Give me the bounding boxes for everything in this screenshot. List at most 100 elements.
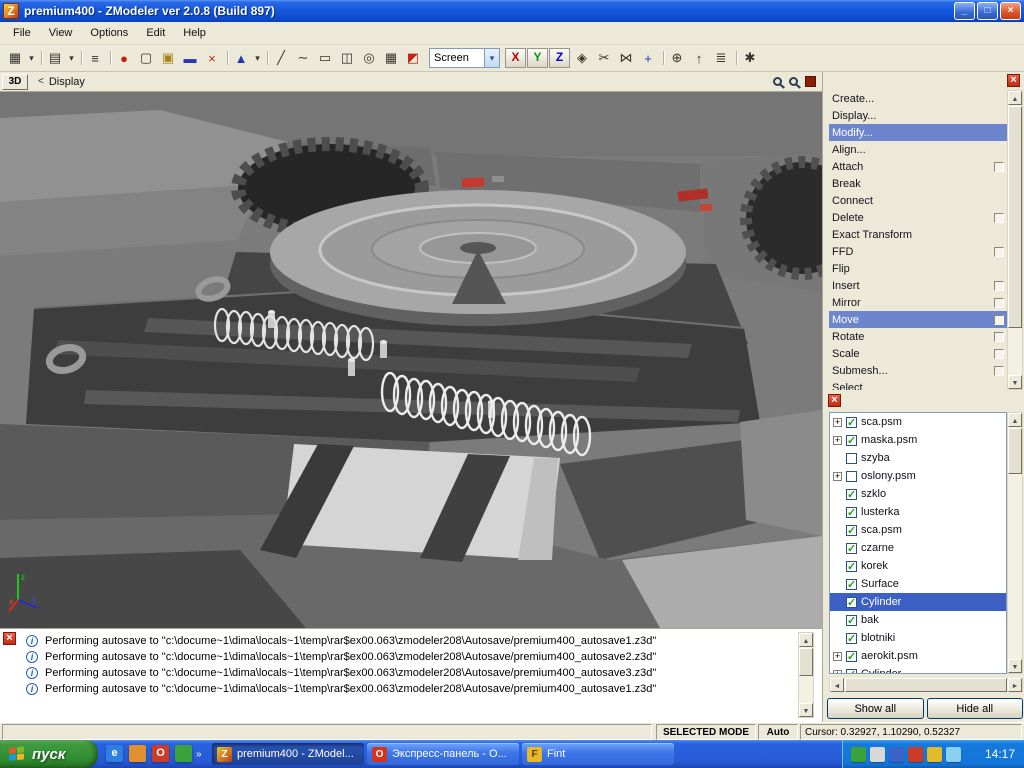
screen-mode-select[interactable]: Screen (429, 48, 500, 68)
taskbar-task-button[interactable]: O Экспресс-панель - O... (367, 743, 519, 765)
visibility-checkbox[interactable] (846, 597, 857, 608)
uv-mapper-icon[interactable]: ◈ (571, 48, 593, 68)
log-scrollbar[interactable] (798, 632, 814, 718)
axis-y-toggle[interactable]: Y (527, 48, 548, 68)
taskbar-task-button[interactable]: Z premium400 - ZModel... (212, 743, 364, 765)
menu-item[interactable]: Help (174, 24, 215, 42)
object-item[interactable]: Cylinder (830, 665, 1006, 674)
curve-tool-icon[interactable]: ∼ (292, 48, 314, 68)
title-bar[interactable]: Z premium400 - ZModeler ver 2.0.8 (Build… (0, 0, 1024, 22)
views-icon[interactable]: ▤ (44, 48, 66, 68)
axis-z-toggle[interactable]: Z (549, 48, 570, 68)
new-file-icon[interactable]: ▢ (135, 48, 157, 68)
command-option-box[interactable] (994, 332, 1004, 342)
command-item[interactable]: Display... (829, 107, 1007, 124)
expand-icon[interactable] (833, 436, 842, 445)
object-item[interactable]: korek (830, 557, 1006, 575)
visibility-checkbox[interactable] (846, 525, 857, 536)
object-item[interactable]: bak (830, 611, 1006, 629)
visibility-checkbox[interactable] (846, 651, 857, 662)
screen-mode-dropdown-icon[interactable] (484, 48, 500, 68)
scroll-down-icon[interactable] (799, 703, 813, 717)
command-item[interactable]: FFD (829, 243, 1007, 260)
object-item[interactable]: Surface (830, 575, 1006, 593)
expand-icon[interactable] (833, 472, 842, 481)
auto-indicator[interactable]: Auto (758, 724, 798, 740)
scroll-down-icon[interactable] (1008, 375, 1022, 389)
command-item[interactable]: Flip (829, 260, 1007, 277)
weld-icon[interactable]: ⋈ (615, 48, 637, 68)
object-item[interactable]: czarne (830, 539, 1006, 557)
axis-x-toggle[interactable]: X (505, 48, 526, 68)
tray-icon-4[interactable] (908, 747, 923, 762)
visibility-checkbox[interactable] (846, 435, 857, 446)
menu-item[interactable]: File (4, 24, 40, 42)
visibility-checkbox[interactable] (846, 489, 857, 500)
scroll-thumb[interactable] (1008, 428, 1022, 474)
scroll-left-icon[interactable] (830, 678, 844, 692)
quick-launch-icon-4[interactable] (175, 745, 192, 762)
import-icon[interactable]: ▦ (4, 48, 26, 68)
command-option-box[interactable] (994, 315, 1004, 325)
quick-launch-overflow-icon[interactable] (196, 749, 202, 760)
visibility-checkbox[interactable] (846, 543, 857, 554)
create-primitive-menu-icon[interactable]: ▾ (252, 48, 263, 68)
menu-item[interactable]: Options (81, 24, 137, 42)
local-axes-icon[interactable]: ⊕ (666, 48, 688, 68)
tray-icon-1[interactable] (851, 747, 866, 762)
visibility-checkbox[interactable] (846, 615, 857, 626)
command-item[interactable]: Create... (829, 90, 1007, 107)
command-option-box[interactable] (994, 162, 1004, 172)
scroll-up-icon[interactable] (799, 633, 813, 647)
visibility-checkbox[interactable] (846, 561, 857, 572)
object-list-scrollbar[interactable] (1007, 412, 1023, 674)
command-option-box[interactable] (994, 213, 1004, 223)
quick-launch-icon-1[interactable]: e (106, 745, 123, 762)
command-option-box[interactable] (994, 298, 1004, 308)
tray-icon-5[interactable] (927, 747, 942, 762)
close-button[interactable]: × (1000, 2, 1021, 20)
command-item[interactable]: Move (829, 311, 1007, 328)
command-option-box[interactable] (994, 366, 1004, 376)
hide-all-button[interactable]: Hide all (927, 698, 1024, 719)
command-option-box[interactable] (994, 247, 1004, 257)
marked-faces-icon[interactable]: ◩ (402, 48, 424, 68)
tray-icon-2[interactable] (870, 747, 885, 762)
hierarchy-icon[interactable]: ≣ (710, 48, 732, 68)
command-item[interactable]: Align... (829, 141, 1007, 158)
visibility-checkbox[interactable] (846, 669, 857, 675)
line-tool-icon[interactable]: ╱ (270, 48, 292, 68)
command-option-box[interactable] (994, 281, 1004, 291)
object-item[interactable]: Cylinder (830, 593, 1006, 611)
object-item[interactable]: sca.psm (830, 413, 1006, 431)
delete-icon[interactable]: × (201, 48, 223, 68)
command-item[interactable]: Delete (829, 209, 1007, 226)
cube-tool-icon[interactable]: ◫ (336, 48, 358, 68)
minimize-button[interactable]: _ (954, 2, 975, 20)
visibility-checkbox[interactable] (846, 507, 857, 518)
settings-icon[interactable]: ✱ (739, 48, 761, 68)
sphere-tool-icon[interactable]: ◎ (358, 48, 380, 68)
scroll-up-icon[interactable] (1008, 413, 1022, 427)
create-primitive-icon[interactable]: ▲ (230, 48, 252, 68)
normals-icon[interactable]: ↑ (688, 48, 710, 68)
visibility-checkbox[interactable] (846, 417, 857, 428)
maximize-button[interactable]: □ (977, 2, 998, 20)
object-list-hscrollbar[interactable] (829, 678, 1023, 692)
box-tool-icon[interactable]: ▭ (314, 48, 336, 68)
taskbar-task-button[interactable]: F Fint (522, 743, 674, 765)
tray-icon-3[interactable] (889, 747, 904, 762)
object-item[interactable]: lusterka (830, 503, 1006, 521)
menu-item[interactable]: Edit (137, 24, 174, 42)
viewport-3d-render[interactable]: z y x (0, 92, 822, 628)
command-item[interactable]: Mirror (829, 294, 1007, 311)
visibility-checkbox[interactable] (846, 633, 857, 644)
show-all-button[interactable]: Show all (827, 698, 924, 719)
import-menu-icon[interactable]: ▾ (26, 48, 37, 68)
visibility-checkbox[interactable] (846, 453, 857, 464)
record-icon[interactable]: ● (113, 48, 135, 68)
viewport-maximize-icon[interactable] (805, 76, 816, 87)
object-item[interactable]: oslony.psm (830, 467, 1006, 485)
viewport-back-icon[interactable]: < (38, 76, 44, 87)
open-file-icon[interactable]: ▣ (157, 48, 179, 68)
